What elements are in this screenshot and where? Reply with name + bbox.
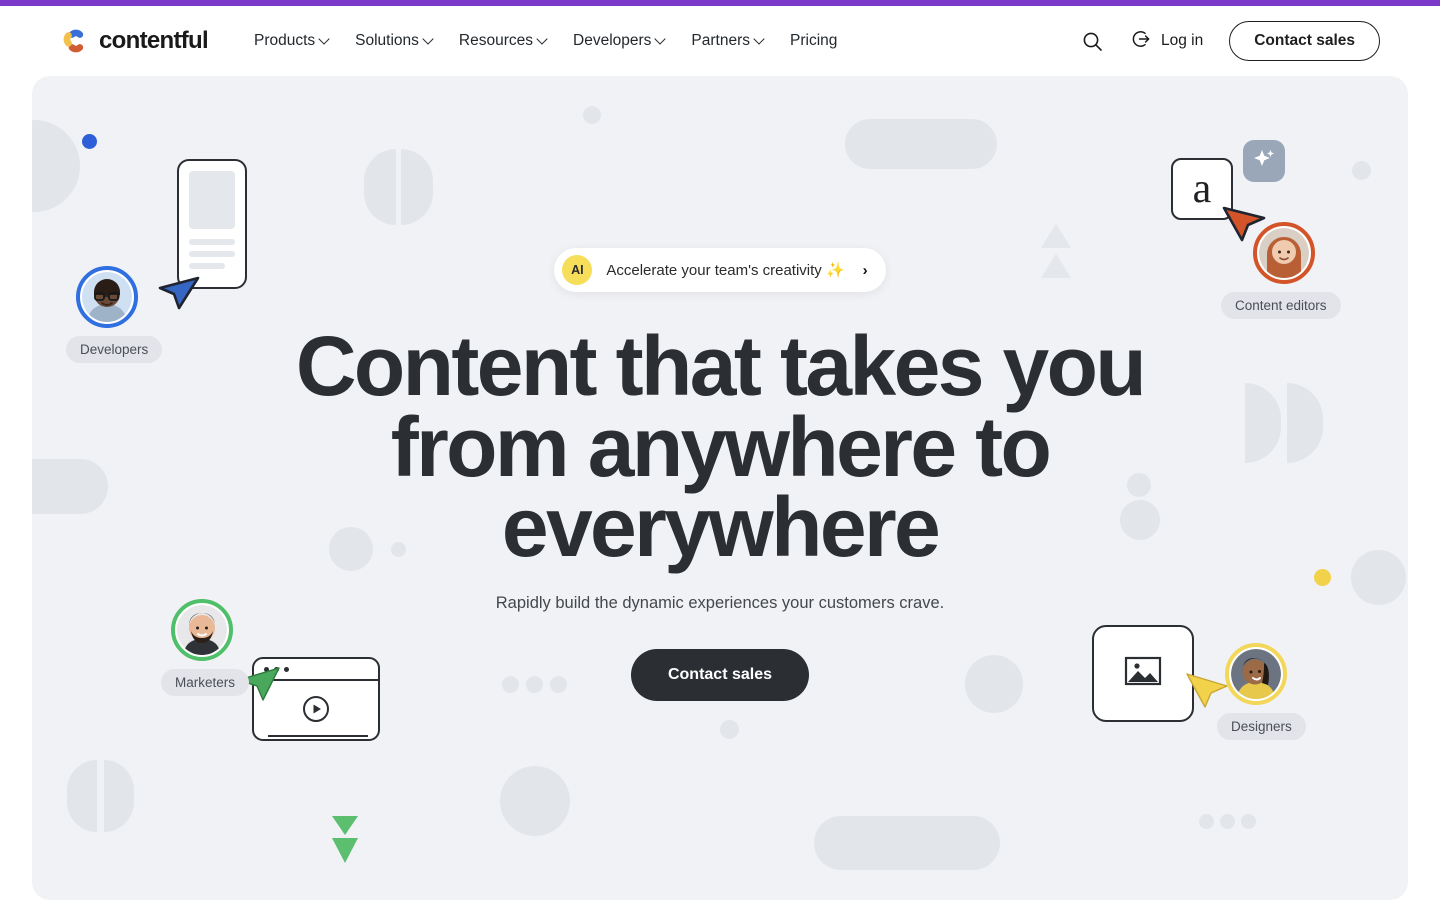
nav-label: Solutions bbox=[355, 32, 419, 49]
search-icon[interactable] bbox=[1080, 28, 1106, 54]
nav-label: Resources bbox=[458, 32, 534, 49]
nav-item-pricing[interactable]: Pricing bbox=[790, 32, 837, 50]
contact-sales-cta-button[interactable]: Contact sales bbox=[630, 648, 810, 701]
nav-label: Partners bbox=[691, 32, 751, 49]
nav-item-products[interactable]: Products bbox=[254, 32, 329, 50]
login-button[interactable]: Log in bbox=[1132, 29, 1203, 54]
nav-label: Developers bbox=[573, 32, 652, 49]
ai-banner-text: Accelerate your team's creativity ✨ bbox=[606, 262, 845, 279]
chevron-down-icon bbox=[755, 35, 764, 44]
nav-item-solutions[interactable]: Solutions bbox=[355, 32, 433, 50]
login-arrow-icon bbox=[1132, 29, 1152, 54]
chevron-down-icon bbox=[538, 35, 547, 44]
nav-label: Pricing bbox=[790, 32, 838, 49]
nav-item-developers[interactable]: Developers bbox=[573, 32, 665, 50]
ai-badge: AI bbox=[562, 255, 593, 285]
hero-content: AI Accelerate your team's creativity ✨ ›… bbox=[32, 76, 1408, 900]
ai-announcement-banner[interactable]: AI Accelerate your team's creativity ✨ › bbox=[554, 248, 886, 292]
chevron-down-icon bbox=[656, 35, 665, 44]
brand-logo[interactable]: contentful bbox=[60, 26, 209, 56]
page-root: contentful Products Solutions Resources … bbox=[0, 0, 1440, 900]
chevron-right-icon: › bbox=[862, 261, 868, 279]
hero-subtitle: Rapidly build the dynamic experiences yo… bbox=[495, 593, 945, 612]
nav-item-partners[interactable]: Partners bbox=[691, 32, 764, 50]
main-nav: Products Solutions Resources Developers … bbox=[254, 32, 837, 50]
contentful-logo-icon bbox=[60, 26, 90, 56]
nav-item-resources[interactable]: Resources bbox=[459, 32, 547, 50]
nav-label: Products bbox=[253, 32, 316, 49]
site-header: contentful Products Solutions Resources … bbox=[0, 6, 1440, 76]
page-title: Content that takes you from anywhere to … bbox=[295, 319, 1147, 575]
contact-sales-header-button[interactable]: Contact sales bbox=[1229, 21, 1380, 61]
chevron-down-icon bbox=[424, 35, 433, 44]
brand-name: contentful bbox=[99, 27, 209, 54]
login-label: Log in bbox=[1160, 32, 1204, 49]
hero-section: Developers a Content editors Marketers D… bbox=[32, 76, 1408, 900]
chevron-down-icon bbox=[320, 35, 329, 44]
header-actions: Log in Contact sales bbox=[1080, 21, 1380, 61]
